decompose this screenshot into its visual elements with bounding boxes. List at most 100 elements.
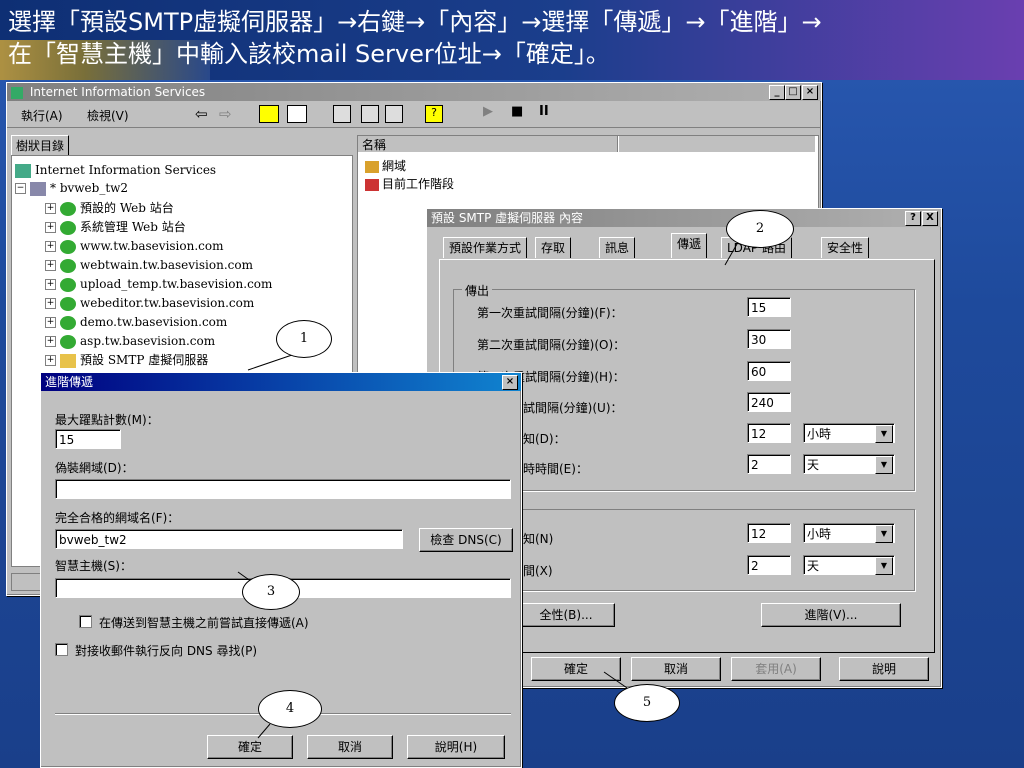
masquerade-label: 偽裝網域(D)： — [55, 461, 134, 475]
web-site-icon — [60, 220, 76, 235]
expire-unit-select[interactable]: 天 ▼ — [803, 454, 895, 474]
back-icon[interactable]: ⇦ — [195, 105, 208, 123]
smarthost-label: 智慧主機(S)： — [55, 559, 132, 573]
tree-server[interactable]: − * bvweb_tw2 — [15, 179, 128, 197]
web-site-icon — [60, 201, 76, 216]
reverse-dns-label: 對接收郵件執行反向 DNS 尋找(P) — [75, 644, 258, 658]
retry3-input[interactable]: 60 — [747, 361, 791, 381]
help-title-button[interactable]: ? — [905, 211, 921, 226]
ok-button[interactable]: 確定 — [207, 735, 293, 759]
session-icon — [365, 178, 379, 191]
menu-action[interactable]: 執行(A) — [21, 107, 63, 124]
iis-root-icon — [15, 163, 31, 178]
export-icon[interactable] — [385, 105, 403, 123]
callout-4: 4 — [258, 690, 322, 728]
web-site-icon — [60, 239, 76, 254]
tab-general[interactable]: 預設作業方式 — [443, 237, 528, 258]
check-dns-button[interactable]: 檢查 DNS(C) — [419, 528, 513, 552]
tree-item[interactable]: + webtwain.tw.basevision.com — [45, 256, 253, 274]
column-header-blank[interactable] — [619, 136, 815, 152]
menu-view[interactable]: 檢視(V) — [87, 107, 129, 124]
pause-icon[interactable]: II — [539, 104, 549, 119]
help-button[interactable]: 說明 — [839, 657, 929, 681]
chevron-down-icon: ▼ — [875, 456, 893, 474]
local-notify-label: 知(N) — [523, 532, 554, 546]
reverse-dns-checkbox[interactable] — [55, 643, 68, 656]
advanced-titlebar: 進階傳遞 × — [41, 373, 521, 391]
column-header-name[interactable]: 名稱 — [358, 136, 618, 152]
tree-item[interactable]: + webeditor.tw.basevision.com — [45, 294, 254, 312]
close-button[interactable]: × — [502, 375, 518, 390]
local-notify-unit-select[interactable]: 小時 ▼ — [803, 523, 895, 543]
tab-delivery[interactable]: 傳遞 — [671, 233, 708, 258]
retry-sub-input[interactable]: 240 — [747, 392, 791, 412]
tree-item[interactable]: + 系統管理 Web 站台 — [45, 218, 186, 236]
close-button[interactable]: × — [802, 85, 818, 100]
retry-sub-label: 試間隔(分鐘)(U)： — [523, 401, 623, 415]
max-hop-label: 最大躍點計數(M)： — [55, 413, 159, 427]
retry2-label: 第二次重試間隔(分鐘)(O)： — [477, 338, 626, 352]
list-item-domains[interactable]: 網域 — [365, 157, 406, 174]
up-folder-icon[interactable] — [259, 105, 279, 123]
smtp-server-icon — [60, 353, 76, 368]
help-button[interactable]: 說明(H) — [407, 735, 505, 759]
maximize-button[interactable]: □ — [785, 85, 801, 100]
tree-item[interactable]: + asp.tw.basevision.com — [45, 332, 215, 350]
close-title-button[interactable]: X — [922, 211, 938, 226]
local-expire-unit-select[interactable]: 天 ▼ — [803, 555, 895, 575]
apply-button[interactable]: 套用(A) — [731, 657, 821, 681]
max-hop-input[interactable]: 15 — [55, 429, 121, 449]
domain-icon — [365, 160, 379, 173]
outbound-group-title: 傳出 — [462, 282, 493, 299]
tab-security[interactable]: 安全性 — [821, 237, 870, 258]
expire-input[interactable]: 2 — [747, 454, 791, 474]
play-icon[interactable]: ▶ — [483, 104, 493, 119]
local-expire-input[interactable]: 2 — [747, 555, 791, 575]
delay-notify-label: 知(D)： — [523, 432, 566, 446]
tree-root[interactable]: Internet Information Services — [15, 161, 216, 179]
tree-item[interactable]: + demo.tw.basevision.com — [45, 313, 227, 331]
list-item-sessions[interactable]: 目前工作階段 — [365, 175, 454, 192]
tree-item-smtp[interactable]: + 預設 SMTP 虛擬伺服器 — [45, 351, 208, 369]
chevron-down-icon: ▼ — [875, 425, 893, 443]
properties-titlebar: 預設 SMTP 虛擬伺服器 內容 ? X — [427, 209, 941, 227]
callout-5: 5 — [614, 684, 680, 722]
fqdn-input[interactable]: bvweb_tw2 — [55, 529, 403, 549]
tree-item[interactable]: + upload_temp.tw.basevision.com — [45, 275, 272, 293]
help-icon[interactable]: ? — [425, 105, 443, 123]
minimize-button[interactable]: _ — [769, 85, 785, 100]
direct-delivery-checkbox[interactable] — [79, 615, 92, 628]
web-site-icon — [60, 277, 76, 292]
delay-notify-unit-select[interactable]: 小時 ▼ — [803, 423, 895, 443]
chevron-down-icon: ▼ — [875, 525, 893, 543]
ok-button[interactable]: 確定 — [531, 657, 621, 681]
slide-heading-line2: 在「智慧主機」中輸入該校mail Server位址→「確定」。 — [8, 40, 610, 68]
show-tree-icon[interactable] — [287, 105, 307, 123]
tree-tab[interactable]: 樹狀目錄 — [11, 135, 70, 156]
tree-item[interactable]: + www.tw.basevision.com — [45, 237, 224, 255]
masquerade-input[interactable] — [55, 479, 511, 499]
computer-icon — [30, 181, 46, 196]
properties-title: 預設 SMTP 虛擬伺服器 內容 — [431, 211, 583, 225]
properties-icon[interactable] — [333, 105, 351, 123]
web-site-icon — [60, 258, 76, 273]
delay-notify-input[interactable]: 12 — [747, 423, 791, 443]
cancel-button[interactable]: 取消 — [307, 735, 393, 759]
outbound-security-button[interactable]: 全性(B)... — [517, 603, 615, 627]
tree-item[interactable]: + 預設的 Web 站台 — [45, 199, 174, 217]
web-site-icon — [60, 296, 76, 311]
tab-messages[interactable]: 訊息 — [599, 237, 636, 258]
retry1-input[interactable]: 15 — [747, 297, 791, 317]
forward-icon[interactable]: ⇨ — [219, 105, 232, 123]
cancel-button[interactable]: 取消 — [631, 657, 721, 681]
web-site-icon — [60, 334, 76, 349]
retry2-input[interactable]: 30 — [747, 329, 791, 349]
web-site-icon — [60, 315, 76, 330]
retry1-label: 第一次重試間隔(分鐘)(F)： — [477, 306, 623, 320]
stop-icon[interactable]: ■ — [511, 104, 523, 119]
tab-access[interactable]: 存取 — [535, 237, 572, 258]
callout-2: 2 — [726, 210, 794, 248]
local-notify-input[interactable]: 12 — [747, 523, 791, 543]
advanced-button[interactable]: 進階(V)... — [761, 603, 901, 627]
refresh-icon[interactable] — [361, 105, 379, 123]
